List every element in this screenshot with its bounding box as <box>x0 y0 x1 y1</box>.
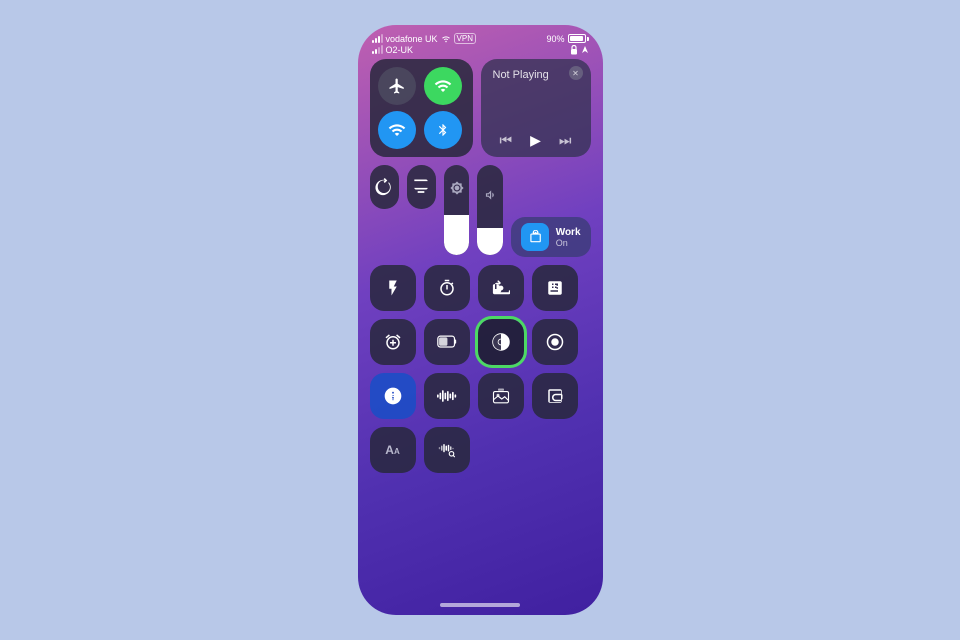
shazam-button[interactable]: S <box>370 373 416 419</box>
status-left: vodafone UK VPN O2-UK <box>372 33 477 55</box>
calculator-button[interactable] <box>532 265 578 311</box>
dark-mode-button[interactable] <box>478 319 524 365</box>
wallet-icon <box>546 387 564 405</box>
connectivity-box <box>370 59 473 157</box>
vpn-badge: VPN <box>454 33 476 44</box>
now-playing-close[interactable]: ✕ <box>569 66 583 80</box>
screen-mirror-button[interactable] <box>407 165 436 209</box>
now-playing-controls: ⏮ ▶ ⏭ <box>493 132 579 149</box>
voice-memo-icon <box>437 388 457 404</box>
row-5: S <box>370 373 591 419</box>
phone-frame: vodafone UK VPN O2-UK <box>358 25 603 615</box>
wifi-button[interactable] <box>378 111 416 149</box>
status-right: 90% <box>546 34 588 55</box>
focus-work-text: Work On <box>556 227 581 248</box>
focus-work-icon <box>521 223 549 251</box>
carrier1-label: vodafone UK <box>386 34 438 44</box>
lock-status-icon <box>570 45 578 55</box>
wallet-button[interactable] <box>532 373 578 419</box>
control-center-panel: ✕ Not Playing ⏮ ▶ ⏭ <box>370 59 591 473</box>
play-button[interactable]: ▶ <box>530 132 541 149</box>
dark-mode-icon <box>491 332 511 352</box>
timer-button[interactable] <box>424 265 470 311</box>
bluetooth-button[interactable] <box>424 111 462 149</box>
signal-bars-2 <box>372 46 383 54</box>
flashlight-button[interactable] <box>370 265 416 311</box>
screen-record-button[interactable] <box>532 319 578 365</box>
svg-text:S: S <box>390 391 396 401</box>
alarm-button[interactable] <box>370 319 416 365</box>
brightness-slider[interactable] <box>444 165 469 255</box>
row-4 <box>370 319 591 365</box>
volume-icon <box>483 188 497 202</box>
low-power-mode-button[interactable] <box>424 319 470 365</box>
row-3 <box>370 265 591 311</box>
brightness-icon <box>450 181 464 195</box>
voice-control-button[interactable] <box>424 427 470 473</box>
brightness-fill <box>444 215 469 256</box>
battery-icon <box>568 34 589 43</box>
status-bar: vodafone UK VPN O2-UK <box>358 25 603 59</box>
cellular-button[interactable] <box>424 67 462 105</box>
focus-work-button[interactable]: Work On <box>511 217 591 257</box>
home-indicator <box>440 603 520 607</box>
row-2: Work On <box>370 165 591 257</box>
battery-pct: 90% <box>546 34 564 44</box>
airplane-mode-button[interactable] <box>378 67 416 105</box>
carrier2-label: O2-UK <box>386 45 414 55</box>
text-size-button[interactable]: AA <box>370 427 416 473</box>
location-status-icon <box>581 45 589 55</box>
now-playing-widget: ✕ Not Playing ⏮ ▶ ⏭ <box>481 59 591 157</box>
wifi-status-icon <box>441 35 451 43</box>
photos-button[interactable] <box>478 373 524 419</box>
prev-button[interactable]: ⏮ <box>500 132 513 149</box>
text-size-icon: AA <box>385 443 399 457</box>
focus-work-status: On <box>556 238 581 248</box>
orientation-lock-button[interactable] <box>370 165 399 209</box>
volume-slider[interactable] <box>477 165 502 255</box>
shazam-icon: S <box>383 386 403 406</box>
voice-control-icon <box>438 441 456 459</box>
focus-work-label: Work <box>556 227 581 238</box>
next-button[interactable]: ⏭ <box>559 132 572 149</box>
now-playing-title: Not Playing <box>493 69 579 81</box>
signal-bars-1 <box>372 35 383 43</box>
photos-icon <box>492 387 510 405</box>
row-top: ✕ Not Playing ⏮ ▶ ⏭ <box>370 59 591 157</box>
right-column: Work On <box>511 165 591 257</box>
volume-fill <box>477 228 502 255</box>
voice-memo-button[interactable] <box>424 373 470 419</box>
camera-button[interactable] <box>478 265 524 311</box>
row-6: AA <box>370 427 591 473</box>
